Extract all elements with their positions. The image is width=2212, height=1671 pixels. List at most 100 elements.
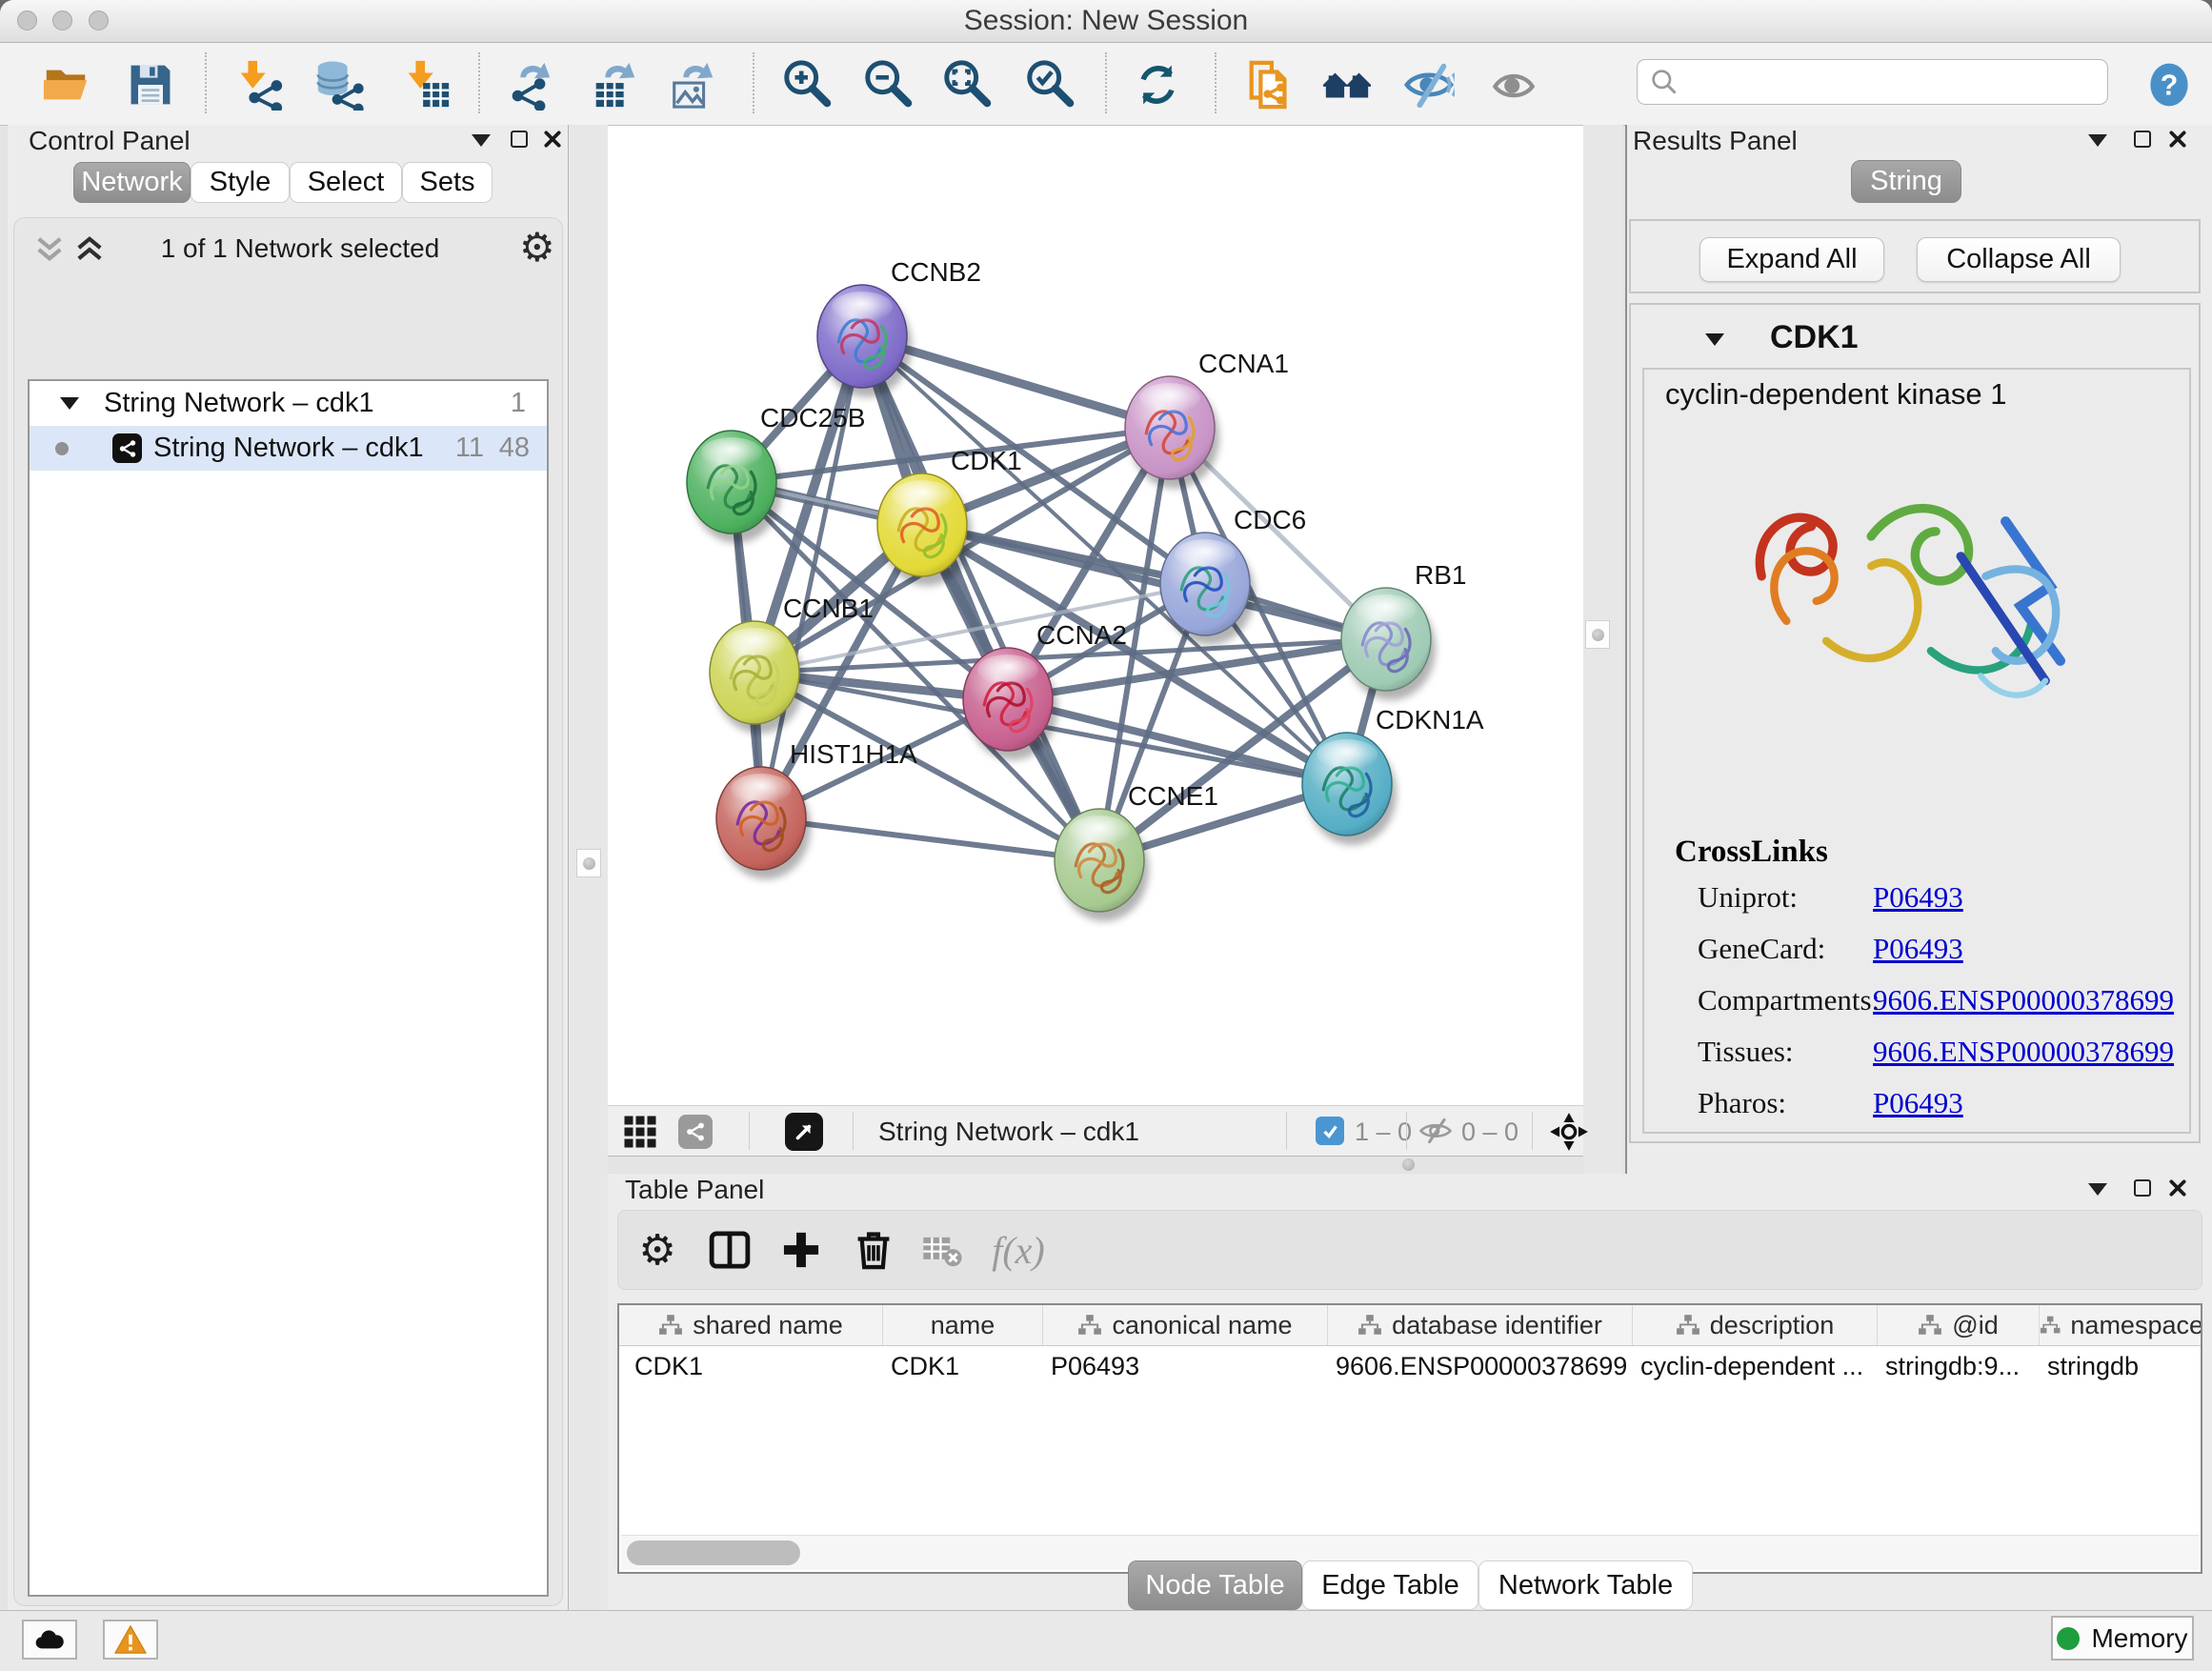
right-splitter-handle[interactable] [1585, 620, 1610, 649]
zoom-in-icon[interactable] [779, 57, 835, 112]
network-options-gear-icon[interactable]: ⚙ [519, 224, 555, 271]
close-results-panel-icon[interactable] [2168, 130, 2187, 149]
detach-view-icon[interactable] [785, 1113, 823, 1151]
tab-network[interactable]: Network [73, 162, 191, 203]
crosslink-label: Uniprot: [1698, 880, 1798, 914]
collapse-all-icon[interactable] [33, 235, 66, 264]
apply-layout-icon[interactable] [1130, 57, 1185, 112]
memory-button[interactable]: Memory [2051, 1616, 2194, 1661]
network-graph[interactable]: CCNB2CCNA1CDC25BCDK1CDC6RB1CCNB1CCNA2CDK… [608, 126, 1583, 1105]
float-panel-icon[interactable] [472, 134, 491, 147]
houses-icon[interactable] [1319, 57, 1375, 112]
formula-builder-icon[interactable]: f(x) [992, 1223, 1045, 1277]
delete-column-trash-icon[interactable] [847, 1223, 900, 1277]
crosslink-link[interactable]: 9606.ENSP00000378699 [1873, 1035, 2174, 1069]
export-table-icon[interactable] [587, 57, 642, 112]
search-input[interactable] [1679, 67, 2083, 98]
network-view-icon[interactable] [678, 1115, 713, 1149]
crosslink-link[interactable]: P06493 [1873, 1086, 1963, 1120]
open-session-icon[interactable] [39, 57, 94, 112]
protein-structure-image [1730, 427, 2092, 755]
tab-string[interactable]: String [1851, 160, 1961, 203]
memory-status-dot [2057, 1627, 2080, 1650]
left-splitter-handle[interactable] [576, 849, 601, 877]
status-bar: Memory [0, 1610, 2212, 1671]
crosslink-link[interactable]: P06493 [1873, 880, 1963, 915]
network-row[interactable]: String Network – cdk1 11 48 [30, 426, 547, 471]
node-table: shared namenamecanonical namedatabase id… [617, 1303, 2202, 1574]
horizontal-splitter-handle[interactable] [1402, 1158, 1415, 1171]
import-table-file-icon[interactable] [399, 57, 454, 112]
column-header-name[interactable]: name [883, 1305, 1043, 1345]
copy-network-icon[interactable] [1242, 57, 1297, 112]
current-network-dot [55, 442, 69, 455]
node-label-CDK1: CDK1 [951, 446, 1022, 475]
column-header-namespace[interactable]: namespace [2040, 1305, 2202, 1345]
left-splitter[interactable] [569, 125, 608, 1610]
table-cell[interactable]: stringdb [2040, 1346, 2202, 1386]
horizontal-splitter[interactable] [608, 1157, 1583, 1174]
tab-edge-table[interactable]: Edge Table [1302, 1560, 1478, 1610]
maximize-results-panel-icon[interactable] [2134, 131, 2151, 148]
network-collection-row[interactable]: String Network – cdk1 1 [30, 381, 547, 426]
maximize-table-panel-icon[interactable] [2134, 1179, 2151, 1197]
network-canvas[interactable]: CCNB2CCNA1CDC25BCDK1CDC6RB1CCNB1CCNA2CDK… [608, 126, 1583, 1105]
close-table-panel-icon[interactable] [2168, 1178, 2187, 1198]
crosslink-row: Tissues: 9606.ENSP00000378699 [1698, 1035, 1794, 1086]
crosslink-link[interactable]: P06493 [1873, 932, 1963, 966]
add-column-icon[interactable] [774, 1223, 828, 1277]
tab-network-table[interactable]: Network Table [1478, 1560, 1693, 1610]
column-header-database-identifier[interactable]: database identifier [1328, 1305, 1633, 1345]
zoom-out-icon[interactable] [860, 57, 915, 112]
node-label-CDC25B: CDC25B [760, 403, 865, 433]
hide-graphics-eye-icon[interactable] [1401, 57, 1457, 112]
import-network-database-icon[interactable] [311, 57, 366, 112]
tab-select[interactable]: Select [290, 162, 402, 203]
table-cell[interactable]: 9606.ENSP00000378699 [1328, 1346, 1633, 1386]
scrollbar-thumb[interactable] [627, 1540, 800, 1565]
expand-all-icon[interactable] [73, 235, 106, 264]
float-table-panel-icon[interactable] [2088, 1183, 2107, 1196]
column-header-description[interactable]: description [1633, 1305, 1878, 1345]
zoom-fit-icon[interactable] [939, 57, 995, 112]
column-header-shared-name[interactable]: shared name [619, 1305, 883, 1345]
eye-icon[interactable] [1486, 57, 1541, 112]
float-results-panel-icon[interactable] [2088, 134, 2107, 147]
tab-node-table[interactable]: Node Table [1128, 1560, 1302, 1610]
grid-view-icon[interactable] [623, 1115, 657, 1149]
selected-counts: 1 – 0 [1355, 1117, 1412, 1147]
toolbar-separator [1105, 52, 1107, 113]
table-cell[interactable]: P06493 [1043, 1346, 1328, 1386]
export-image-icon[interactable] [665, 57, 720, 112]
close-panel-icon[interactable] [543, 130, 562, 149]
column-header-canonical-name[interactable]: canonical name [1043, 1305, 1328, 1345]
table-cell[interactable]: cyclin-dependent ... [1633, 1346, 1878, 1386]
right-splitter[interactable] [1583, 125, 1623, 1174]
save-session-icon[interactable] [123, 57, 178, 112]
table-row[interactable]: CDK1CDK1P064939606.ENSP00000378699cyclin… [619, 1346, 2201, 1386]
show-columns-icon[interactable] [703, 1223, 756, 1277]
collapse-gene-icon[interactable] [1705, 333, 1724, 346]
crosslink-link[interactable]: 9606.ENSP00000378699 [1873, 983, 2174, 1017]
table-options-gear-icon[interactable]: ⚙ [631, 1223, 684, 1277]
column-header--id[interactable]: @id [1878, 1305, 2040, 1345]
export-network-icon[interactable] [502, 57, 557, 112]
delete-table-icon[interactable] [915, 1223, 969, 1277]
warnings-button[interactable] [103, 1620, 158, 1660]
tab-style[interactable]: Style [191, 162, 290, 203]
help-icon[interactable]: ? [2142, 57, 2197, 112]
maximize-panel-icon[interactable] [511, 131, 528, 148]
selected-checkbox-icon[interactable] [1316, 1117, 1344, 1145]
zoom-selected-icon[interactable] [1022, 57, 1077, 112]
import-network-file-icon[interactable] [231, 57, 287, 112]
search-field[interactable] [1637, 59, 2108, 105]
collapse-all-button[interactable]: Collapse All [1917, 237, 2121, 282]
table-cell[interactable]: CDK1 [883, 1346, 1043, 1386]
cloud-button[interactable] [22, 1620, 77, 1660]
edge-HIST1H1A-CCNE1[interactable] [761, 818, 1099, 860]
birdseye-crosshair-icon[interactable] [1549, 1112, 1589, 1152]
table-cell[interactable]: stringdb:9... [1878, 1346, 2040, 1386]
tab-sets[interactable]: Sets [402, 162, 493, 203]
table-cell[interactable]: CDK1 [619, 1346, 883, 1386]
expand-all-button[interactable]: Expand All [1699, 237, 1884, 282]
